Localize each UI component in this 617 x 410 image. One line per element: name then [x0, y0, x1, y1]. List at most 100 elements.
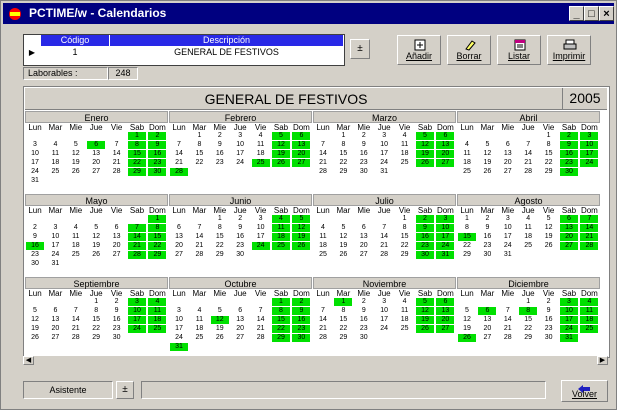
day-cell[interactable]: 31: [375, 168, 393, 176]
day-cell[interactable]: 17: [128, 316, 146, 324]
day-cell[interactable]: 18: [252, 150, 270, 158]
day-cell[interactable]: 25: [580, 325, 599, 333]
day-cell[interactable]: 30: [108, 334, 126, 342]
day-cell[interactable]: 1: [334, 298, 353, 306]
day-cell[interactable]: 7: [375, 224, 393, 232]
day-cell[interactable]: 6: [436, 298, 455, 306]
day-cell[interactable]: 28: [252, 334, 270, 342]
day-cell[interactable]: 21: [252, 325, 270, 333]
day-cell[interactable]: 11: [580, 307, 599, 315]
day-cell[interactable]: 20: [108, 242, 126, 250]
day-cell[interactable]: 28: [67, 334, 85, 342]
day-cell[interactable]: 12: [458, 316, 476, 324]
day-cell[interactable]: 16: [416, 233, 434, 241]
day-cell[interactable]: 13: [231, 316, 249, 324]
grid-dropdown-button[interactable]: ±: [350, 39, 370, 59]
day-cell[interactable]: 6: [46, 307, 64, 315]
day-cell[interactable]: 11: [272, 224, 290, 232]
day-cell[interactable]: 14: [67, 316, 85, 324]
day-cell[interactable]: 26: [292, 242, 311, 250]
day-cell[interactable]: 22: [334, 159, 352, 167]
day-cell[interactable]: 22: [519, 325, 537, 333]
day-cell[interactable]: 15: [87, 316, 105, 324]
day-cell[interactable]: 6: [170, 224, 188, 232]
day-cell[interactable]: 6: [560, 215, 578, 223]
day-cell[interactable]: 10: [128, 307, 146, 315]
day-cell[interactable]: 11: [458, 150, 476, 158]
day-cell[interactable]: 18: [148, 316, 167, 324]
day-cell[interactable]: 21: [128, 242, 146, 250]
day-cell[interactable]: 2: [355, 132, 373, 140]
day-cell[interactable]: 5: [292, 215, 311, 223]
day-cell[interactable]: 19: [416, 150, 434, 158]
day-cell[interactable]: 7: [108, 141, 126, 149]
day-cell[interactable]: 7: [170, 141, 188, 149]
day-cell[interactable]: 20: [292, 150, 311, 158]
day-cell[interactable]: 30: [231, 251, 249, 259]
day-cell[interactable]: 3: [252, 215, 270, 223]
day-cell[interactable]: 29: [211, 251, 229, 259]
day-cell[interactable]: 26: [87, 251, 105, 259]
day-cell[interactable]: 1: [458, 215, 476, 223]
day-cell[interactable]: 21: [108, 159, 126, 167]
day-cell[interactable]: 2: [231, 215, 249, 223]
day-cell[interactable]: 20: [231, 325, 249, 333]
day-cell[interactable]: 28: [580, 242, 599, 250]
day-cell[interactable]: 1: [396, 215, 414, 223]
day-cell[interactable]: 10: [231, 141, 249, 149]
day-cell[interactable]: 15: [190, 150, 208, 158]
day-cell[interactable]: 29: [128, 168, 146, 176]
day-cell[interactable]: 2: [416, 215, 434, 223]
day-cell[interactable]: 18: [396, 316, 414, 324]
day-cell[interactable]: 11: [46, 150, 64, 158]
day-cell[interactable]: 29: [334, 334, 352, 342]
day-cell[interactable]: 15: [272, 316, 290, 324]
day-cell[interactable]: 8: [272, 307, 290, 315]
day-cell[interactable]: 1: [519, 298, 537, 306]
day-cell[interactable]: 4: [519, 215, 537, 223]
day-cell[interactable]: 15: [128, 150, 146, 158]
day-cell[interactable]: 29: [87, 334, 105, 342]
day-cell[interactable]: 13: [87, 150, 105, 158]
delete-button[interactable]: Borrar: [447, 35, 491, 65]
day-cell[interactable]: 22: [272, 325, 290, 333]
day-cell[interactable]: 5: [67, 141, 85, 149]
day-cell[interactable]: 12: [26, 316, 44, 324]
day-cell[interactable]: 14: [580, 224, 599, 232]
day-cell[interactable]: 5: [458, 307, 476, 315]
day-cell[interactable]: 21: [580, 233, 599, 241]
day-cell[interactable]: 3: [231, 132, 249, 140]
day-cell[interactable]: 13: [478, 316, 496, 324]
cell-descripcion[interactable]: GENERAL DE FESTIVOS: [110, 47, 343, 58]
day-cell[interactable]: 4: [458, 141, 476, 149]
day-cell[interactable]: 30: [540, 334, 558, 342]
day-cell[interactable]: 28: [190, 251, 208, 259]
day-cell[interactable]: 6: [87, 141, 106, 149]
day-cell[interactable]: 24: [26, 168, 44, 176]
assistant-dropdown-button[interactable]: ±: [116, 381, 134, 399]
day-cell[interactable]: 2: [26, 224, 44, 232]
add-button[interactable]: Añadir: [397, 35, 441, 65]
day-cell[interactable]: 9: [26, 233, 44, 241]
day-cell[interactable]: 17: [499, 233, 517, 241]
day-cell[interactable]: 20: [87, 159, 105, 167]
day-cell[interactable]: 21: [519, 159, 537, 167]
day-cell[interactable]: 10: [436, 224, 455, 232]
day-cell[interactable]: 23: [560, 159, 578, 167]
day-cell[interactable]: 23: [355, 325, 373, 333]
day-cell[interactable]: 2: [560, 132, 578, 140]
day-cell[interactable]: 30: [292, 334, 311, 342]
day-cell[interactable]: 23: [292, 325, 311, 333]
day-cell[interactable]: 8: [519, 307, 538, 315]
day-cell[interactable]: 8: [396, 224, 414, 232]
day-cell[interactable]: 27: [108, 251, 126, 259]
day-cell[interactable]: 10: [499, 224, 517, 232]
day-cell[interactable]: 15: [334, 316, 352, 324]
day-cell[interactable]: 13: [170, 233, 188, 241]
print-button[interactable]: Imprimir: [547, 35, 591, 65]
day-cell[interactable]: 17: [375, 150, 393, 158]
day-cell[interactable]: 27: [87, 168, 105, 176]
day-cell[interactable]: 27: [478, 334, 496, 342]
day-cell[interactable]: 1: [272, 298, 290, 306]
day-cell[interactable]: 13: [355, 233, 373, 241]
